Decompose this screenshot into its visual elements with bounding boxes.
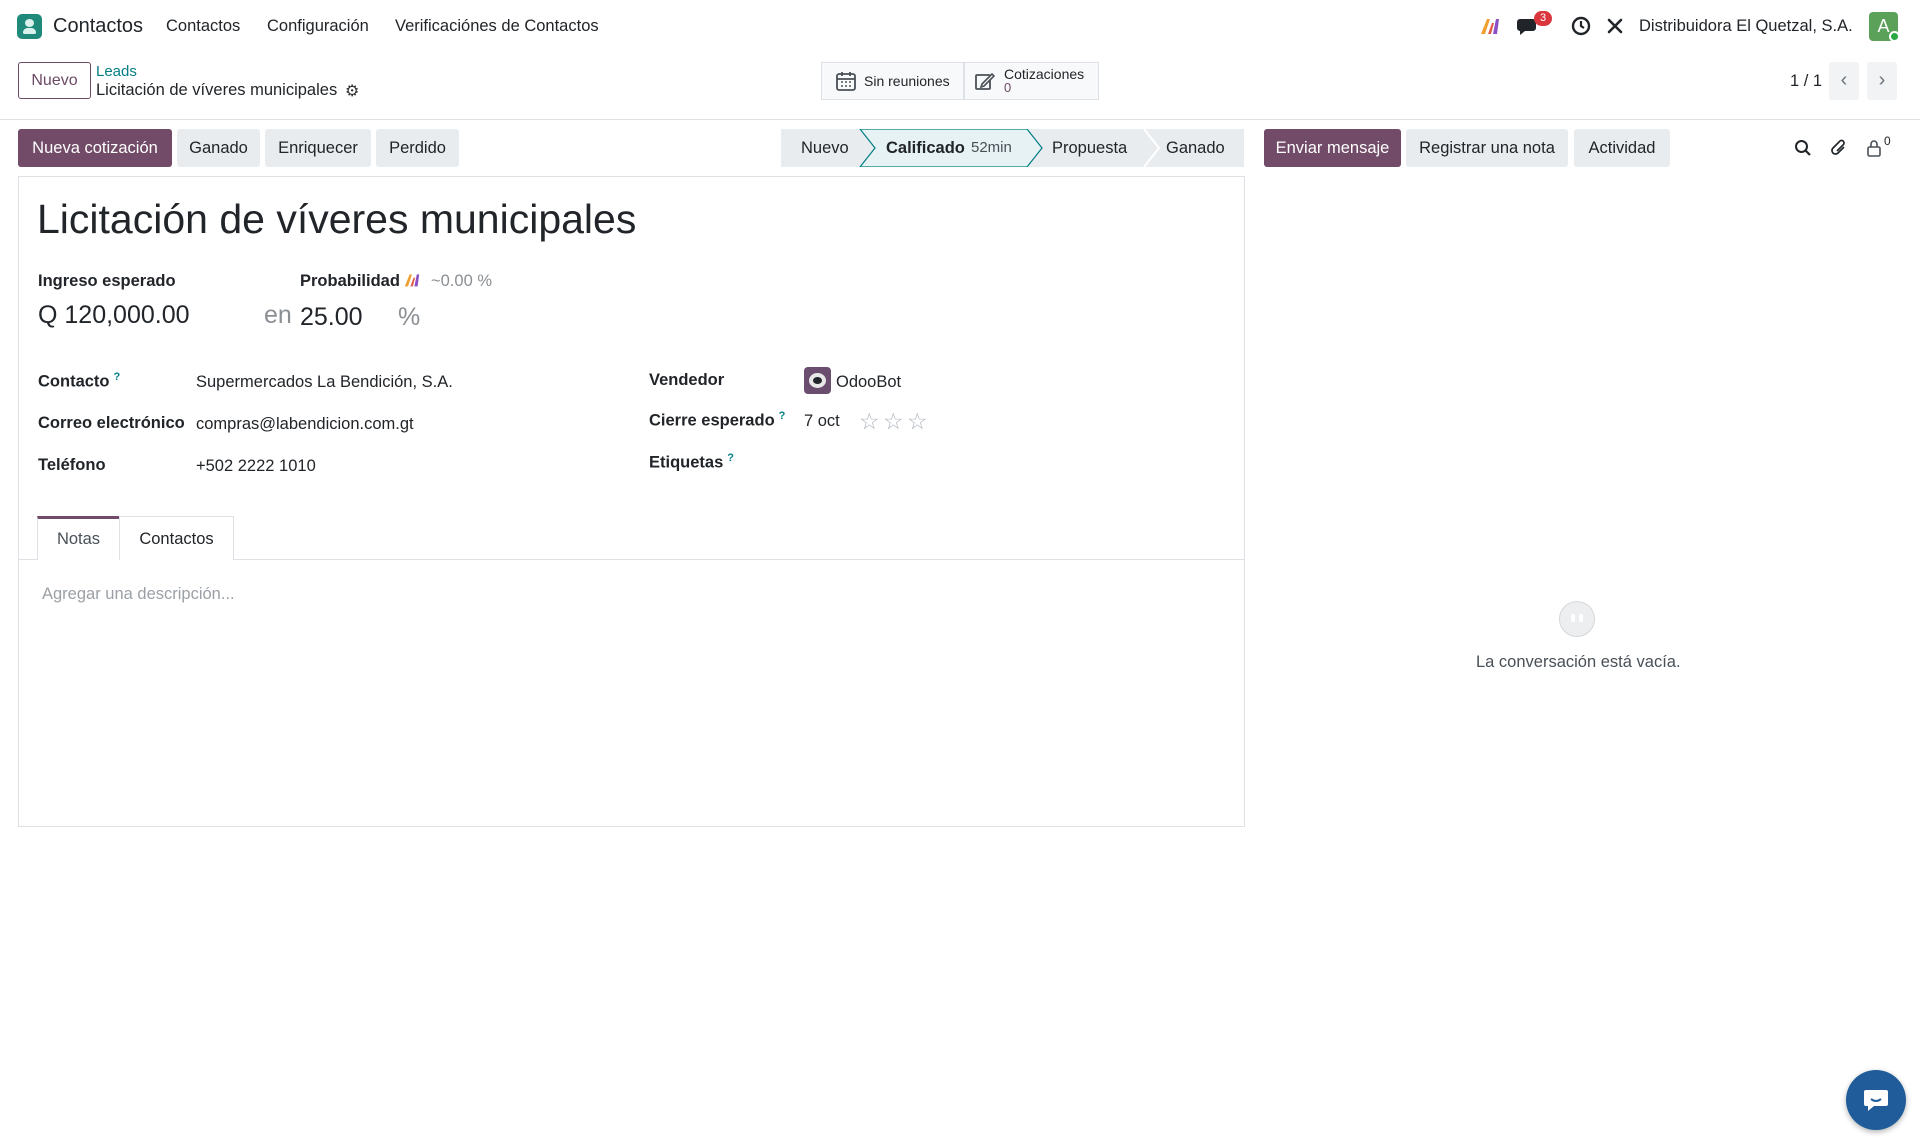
- pager-previous-button[interactable]: ‹: [1829, 62, 1859, 100]
- tags-label: Etiquetas?: [649, 452, 734, 473]
- odoobot-avatar: [804, 367, 831, 394]
- mark-lost-button[interactable]: Perdido: [376, 129, 459, 167]
- phone-label: Teléfono: [38, 456, 106, 474]
- expected-close-label-text: Cierre esperado: [649, 411, 775, 430]
- ai-probability-value[interactable]: ~0.00 %: [431, 272, 492, 291]
- expected-revenue-value[interactable]: Q 120,000.00: [38, 301, 190, 330]
- stage-duration: 52min: [971, 139, 1012, 156]
- contacts-app-icon[interactable]: [17, 14, 42, 39]
- new-record-button[interactable]: Nuevo: [18, 62, 91, 99]
- breadcrumb-leads[interactable]: Leads: [96, 63, 137, 80]
- quotations-count: 0: [1004, 80, 1012, 95]
- salesperson-value[interactable]: OdooBot: [836, 373, 901, 392]
- contact-value[interactable]: Supermercados La Bendición, S.A.: [196, 373, 453, 392]
- send-message-button[interactable]: Enviar mensaje: [1264, 129, 1401, 167]
- menu-configuracion[interactable]: Configuración: [267, 17, 369, 36]
- livechat-button[interactable]: [1846, 1070, 1906, 1130]
- pager-value[interactable]: 1 / 1: [1790, 72, 1822, 91]
- stage-ganado[interactable]: Ganado: [1166, 129, 1225, 167]
- stage-nuevo[interactable]: Nuevo: [801, 129, 849, 167]
- email-value[interactable]: compras@labendicion.com.gt: [196, 415, 414, 434]
- online-status-dot: [1889, 31, 1900, 42]
- stage-propuesta[interactable]: Propuesta: [1052, 129, 1127, 167]
- email-label: Correo electrónico: [38, 414, 185, 432]
- edit-document-icon: [974, 70, 996, 92]
- lock-icon[interactable]: [1862, 136, 1886, 160]
- tools-icon[interactable]: [1603, 14, 1627, 38]
- tab-notas[interactable]: Notas: [37, 516, 120, 560]
- empty-conversation-text: La conversación está vacía.: [1476, 653, 1681, 671]
- probability-label: Probabilidad: [300, 272, 400, 290]
- salesperson-label: Vendedor: [649, 371, 725, 389]
- ai-icon[interactable]: [1478, 14, 1502, 38]
- followers-count: 0: [1884, 134, 1891, 148]
- quotations-label: Cotizaciones: [1004, 66, 1085, 82]
- priority-star-2[interactable]: ☆: [883, 408, 904, 435]
- priority-star-1[interactable]: ☆: [859, 408, 880, 435]
- tab-contactos[interactable]: Contactos: [119, 516, 234, 560]
- menu-verificaciones[interactable]: Verificaciónes de Contactos: [395, 17, 599, 36]
- mark-won-button[interactable]: Ganado: [177, 129, 260, 167]
- meetings-label: Sin reuniones: [864, 73, 950, 89]
- gear-icon[interactable]: ⚙: [345, 81, 359, 101]
- tags-label-text: Etiquetas: [649, 453, 724, 472]
- ai-probability-icon[interactable]: [403, 272, 421, 293]
- contact-label-text: Contacto: [38, 372, 110, 391]
- empty-conversation-icon: [1559, 601, 1595, 637]
- description-editor[interactable]: Agregar una descripción...: [42, 585, 235, 604]
- messages-badge: 3: [1534, 11, 1552, 26]
- priority-star-3[interactable]: ☆: [907, 408, 928, 435]
- menu-contactos[interactable]: Contactos: [166, 17, 240, 36]
- paperclip-icon[interactable]: [1827, 136, 1851, 160]
- contact-label: Contacto?: [38, 371, 120, 392]
- phone-value[interactable]: +502 2222 1010: [196, 457, 316, 476]
- activity-button[interactable]: Actividad: [1574, 129, 1670, 167]
- expected-close-help[interactable]: ?: [779, 410, 786, 422]
- pager-next-button[interactable]: ›: [1867, 62, 1897, 100]
- expected-revenue-label: Ingreso esperado: [38, 272, 176, 290]
- search-icon[interactable]: [1791, 136, 1815, 160]
- tags-help[interactable]: ?: [727, 452, 734, 464]
- new-quotation-button[interactable]: Nueva cotización: [18, 129, 172, 167]
- at-label: en: [264, 301, 292, 329]
- expected-close-label: Cierre esperado?: [649, 410, 785, 431]
- breadcrumb-current: Licitación de víveres municipales: [96, 81, 338, 99]
- app-name[interactable]: Contactos: [53, 15, 143, 38]
- enrich-button[interactable]: Enriquecer: [265, 129, 371, 167]
- top-navbar: Contactos Contactos Configuración Verifi…: [0, 0, 1920, 52]
- log-note-button[interactable]: Registrar una nota: [1406, 129, 1568, 167]
- calendar-icon: [835, 70, 857, 92]
- company-switcher[interactable]: Distribuidora El Quetzal, S.A.: [1639, 17, 1853, 36]
- probability-value[interactable]: 25.00: [300, 303, 363, 332]
- contact-help[interactable]: ?: [114, 371, 121, 383]
- activity-clock-icon[interactable]: [1569, 14, 1593, 38]
- quotations-smart-button[interactable]: Cotizaciones 0: [964, 62, 1099, 100]
- stage-calificado[interactable]: Calificado: [886, 129, 965, 167]
- chat-bubble-icon: [1864, 1090, 1888, 1111]
- percent-sign: %: [398, 303, 421, 331]
- expected-close-value[interactable]: 7 oct: [804, 412, 840, 431]
- meetings-smart-button[interactable]: Sin reuniones: [821, 62, 964, 100]
- form-sheet: [18, 176, 1245, 827]
- lead-title[interactable]: Licitación de víveres municipales: [37, 196, 636, 243]
